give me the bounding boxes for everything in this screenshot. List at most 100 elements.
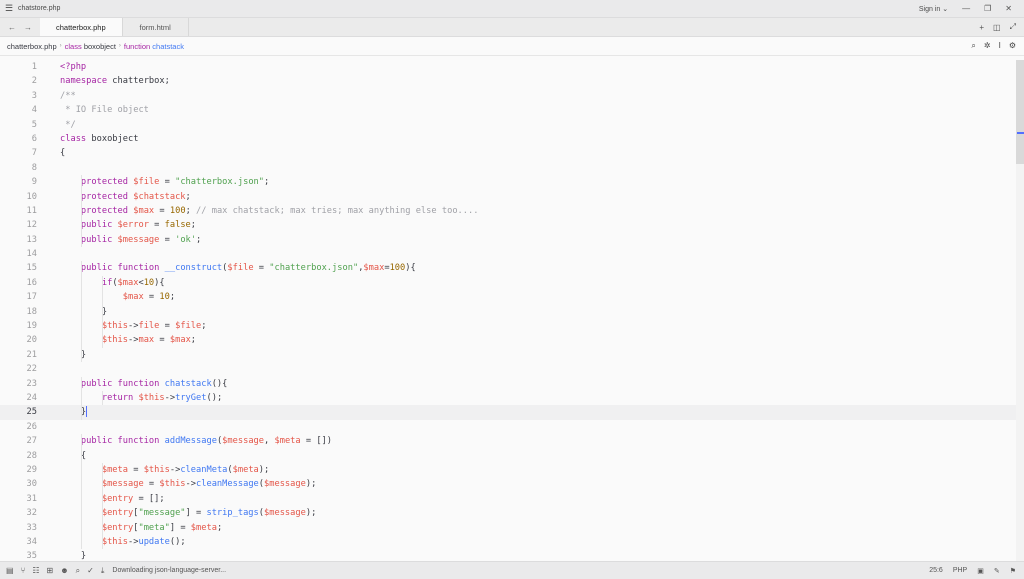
line-number: 1 [31,62,37,72]
diagnostics-icon[interactable]: ⊞ [47,566,54,575]
code-line[interactable]: 31 $entry = []; [0,491,1016,507]
arrow-left-icon[interactable]: ← [8,23,16,32]
code-token: -> [185,479,197,490]
code-token: = [143,292,160,303]
code-line[interactable]: 2 namespace chatterbox; [0,74,1016,88]
line-number: 9 [31,177,37,188]
text-cursor-icon[interactable]: I [999,41,1001,51]
code-line[interactable]: 12 public $error = false; [0,218,1016,233]
project-panel-icon[interactable]: ▤ [6,566,14,575]
code-token: $file [175,321,202,332]
code-line[interactable]: 24 return $this->tryGet(); [0,390,1016,406]
settings-icon[interactable]: ⚙ [1009,41,1016,51]
indent-guide [81,405,82,420]
check-icon[interactable]: ✓ [87,566,94,575]
code-token: -> [169,464,181,475]
code-line[interactable]: 11 protected $max = 100; // max chatstac… [0,203,1016,219]
indent-guide [102,319,103,334]
terminal-icon[interactable]: ▣ [977,567,984,575]
code-token: } [60,551,87,561]
breadcrumb-class[interactable]: boxobject [84,42,116,51]
code-line[interactable]: 18 } [0,304,1016,320]
minimize-button[interactable]: — [962,4,970,13]
code-token: } [60,306,108,317]
line-number: 14 [26,249,37,260]
sign-in-button[interactable]: Sign in ⌄ [919,5,948,13]
code-line[interactable]: 17 $max = 10; [0,290,1016,305]
code-line[interactable]: 7{ [0,146,1016,160]
code-line[interactable]: 13 public $message = 'ok'; [0,232,1016,248]
indent-guide [81,203,82,219]
code-line[interactable]: 30 $message = $this->cleanMessage($messa… [0,477,1016,492]
code-line[interactable]: 1 <?php [0,60,1016,74]
vertical-scrollbar[interactable] [1016,60,1024,561]
code-line[interactable]: 32 $entry["message"] = strip_tags($messa… [0,506,1016,521]
breadcrumb-function[interactable]: chatstack [152,42,184,51]
code-line[interactable]: 21 } [0,347,1016,363]
cursor-position[interactable]: 25:6 [929,567,943,574]
restore-button[interactable]: ❐ [984,4,991,13]
code-token: 10 [143,277,155,288]
code-line[interactable]: 33 $entry["meta"] = $meta; [0,520,1016,535]
chevron-right-icon: › [59,43,62,49]
code-line[interactable]: 4 * IO File object [0,103,1016,117]
code-line[interactable]: 8 [0,161,1016,175]
chevron-right-icon: › [118,43,121,49]
tab-chatterbox-php[interactable]: chatterbox.php [40,18,123,36]
code-token: (){ [211,378,228,389]
code-token: $this [159,479,186,490]
git-icon[interactable]: ⑂ [21,566,26,575]
code-token: ; [190,335,197,346]
code-token: public function [80,378,160,389]
text-cursor [86,406,88,418]
code-line[interactable]: 29 $meta = $this->cleanMeta($meta); [0,462,1016,478]
code-line[interactable]: 3 /** [0,89,1016,103]
search-icon[interactable]: ⌕ [971,41,975,51]
code-line[interactable]: 10 protected $chatstack; [0,189,1016,204]
code-line[interactable]: 9 protected $file = "chatterbox.json"; [0,175,1016,190]
code-editor[interactable]: 1 <?php 2 namespace chatterbox; 3/** 4 * IO F… [0,60,1016,561]
code-line[interactable]: 26 [0,420,1016,434]
assistant-icon[interactable]: ✎ [994,567,1000,575]
code-text: public $message = 'ok'; [37,233,201,247]
language-selector[interactable]: PHP [953,567,967,574]
indent-guide [81,434,82,449]
code-line[interactable]: 22 [0,362,1016,376]
breadcrumb-file[interactable]: chatterbox.php [7,42,57,51]
zoom-icon[interactable]: ⤢ [1010,22,1016,32]
code-line[interactable]: 28 { [0,448,1016,463]
code-line[interactable]: 15 public function __construct($file = "… [0,261,1016,276]
code-token: $message [264,508,306,519]
code-line[interactable]: 23 public function chatstack(){ [0,376,1016,391]
tab-form-html[interactable]: form.html [123,18,189,36]
sparkle-icon[interactable]: ✲ [984,41,991,51]
collab-icon[interactable]: ☻ [60,566,68,575]
code-line[interactable]: 5 */ [0,118,1016,132]
search-icon[interactable]: ⌕ [76,566,80,576]
scrollbar-thumb[interactable] [1016,60,1024,164]
code-line[interactable]: 35 } [0,549,1016,561]
code-token: $meta [101,464,128,475]
outline-icon[interactable]: ☷ [32,566,39,575]
plus-icon[interactable]: + [979,23,984,32]
code-line[interactable]: 27 public function addMessage($message, … [0,434,1016,449]
window-title: chatstore.php [18,5,61,12]
code-line[interactable]: 14 [0,247,1016,261]
indent-guide [81,218,82,233]
code-line[interactable]: 16 if($max<10){ [0,275,1016,291]
code-text: class boxobject [37,132,138,146]
code-token: ] = [185,508,207,519]
code-line[interactable]: 19 $this->file = $file; [0,319,1016,334]
code-line[interactable]: 6 class boxobject [0,132,1016,146]
breadcrumb: chatterbox.php › class boxobject › funct… [0,37,1024,56]
notification-icon[interactable]: ⚑ [1010,567,1016,575]
code-token: } [60,349,87,360]
hamburger-icon[interactable]: ☰ [0,3,18,14]
split-pane-icon[interactable]: ◫ [993,23,1001,32]
code-line[interactable]: 20 $this->max = $max; [0,333,1016,348]
code-line[interactable]: 25 } [0,405,1016,420]
code-line[interactable]: 34 $this->update(); [0,534,1016,550]
close-button[interactable]: ✕ [1005,4,1012,13]
code-text: $entry["message"] = strip_tags($message)… [37,506,316,520]
arrow-right-icon[interactable]: → [24,23,32,32]
